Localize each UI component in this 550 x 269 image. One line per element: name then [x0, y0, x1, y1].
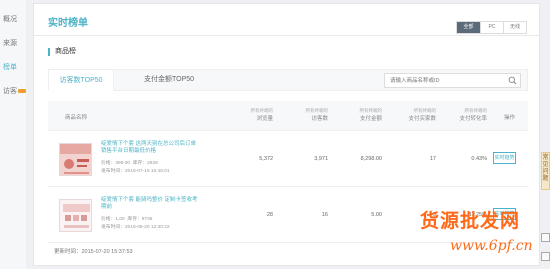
- search-icon[interactable]: [508, 76, 517, 85]
- watermark: 货源批发网 www.6pf.cn: [420, 206, 545, 266]
- sidebar-item-label: 访客: [3, 88, 17, 95]
- cell-conversion: 0.43%: [471, 156, 487, 162]
- col-header-action: 操作: [503, 115, 515, 121]
- sidebar-item-visitors[interactable]: 访客: [0, 86, 26, 96]
- watermark-url: www.6pf.cn: [450, 238, 533, 254]
- device-tab-wireless[interactable]: 无线: [503, 22, 526, 33]
- new-badge: [18, 89, 26, 94]
- product-publish-time: 发布时间：2015-07-15 15:45:01: [101, 169, 170, 174]
- product-publish-time: 发布时间：2015-05-20 12:30:22: [101, 225, 170, 230]
- col-header-amount: 所有终端的 支付金额: [359, 108, 383, 122]
- col-header-product: 商品名称: [65, 115, 88, 121]
- table-row: 绽爱情下个套 这两天别在总公司后订单销售平台日期最低价格 价格：399.00 库…: [48, 131, 528, 187]
- device-tab-pc[interactable]: PC: [480, 22, 503, 33]
- product-image-icon: [60, 144, 91, 175]
- device-switch: 全部 PC 无线: [456, 21, 527, 34]
- faq-tab[interactable]: 常见问题: [541, 152, 550, 190]
- product-thumbnail[interactable]: [59, 143, 92, 176]
- product-price-stock: 价格：1.00 库存：9735: [101, 217, 153, 222]
- search-box: [384, 73, 521, 88]
- section-title: 商品榜: [48, 48, 76, 56]
- search-input[interactable]: [385, 74, 505, 87]
- device-tab-all[interactable]: 全部: [457, 22, 480, 33]
- page-title: 实时榜单: [48, 18, 88, 29]
- product-price-stock: 价格：399.00 库存：2828: [101, 161, 158, 166]
- sidebar-item-overview[interactable]: 概况: [0, 14, 26, 24]
- sidebar-item-label: 概况: [3, 16, 17, 23]
- col-header-buyers: 所有终端的 支付买家数: [408, 108, 436, 122]
- product-name-link[interactable]: 绽爱情下个套 能骑吗整价 定制卡签收考期前: [101, 197, 201, 211]
- product-image-icon: [60, 200, 91, 231]
- sidebar-item-ranking[interactable]: 榜单: [0, 62, 26, 72]
- tab-payment-top50[interactable]: 支付金额TOP50: [129, 69, 209, 91]
- cell-buyers: 17: [429, 156, 436, 162]
- col-header-pv: 所有终端的 浏览量: [250, 108, 274, 122]
- cell-amount: 8,298.00: [360, 156, 382, 162]
- cell-amount: 5.00: [371, 212, 382, 218]
- product-name-link[interactable]: 绽爱情下个套 这两天别在总公司后订单销售平台日期最低价格: [101, 141, 201, 155]
- col-header-conversion: 所有终端的 支付转化率: [459, 108, 487, 122]
- cell-uv: 3,971: [314, 156, 328, 162]
- update-time: 更新时间：2015-07-20 15:37:53: [54, 249, 133, 255]
- col-header-uv: 所有终端的 访客数: [305, 108, 329, 122]
- sidebar-item-label: 来源: [3, 40, 17, 47]
- tab-visitors-top50[interactable]: 访客数TOP50: [48, 69, 114, 91]
- cell-pv: 5,372: [259, 156, 273, 162]
- cell-uv: 16: [321, 212, 328, 218]
- product-thumbnail[interactable]: [59, 199, 92, 232]
- divider: [34, 35, 539, 36]
- realtime-trend-button[interactable]: 实时趋势: [493, 152, 516, 164]
- cell-pv: 28: [266, 212, 273, 218]
- sidebar-item-label: 榜单: [3, 64, 17, 71]
- sidebar: 概况 来源 榜单 访客: [0, 0, 26, 269]
- table-header: 商品名称 所有终端的 浏览量 所有终端的 访客数 所有终端的 支付金额 所有终端的 支付…: [48, 101, 528, 131]
- watermark-text: 货源批发网: [420, 210, 521, 232]
- sidebar-item-source[interactable]: 来源: [0, 38, 26, 48]
